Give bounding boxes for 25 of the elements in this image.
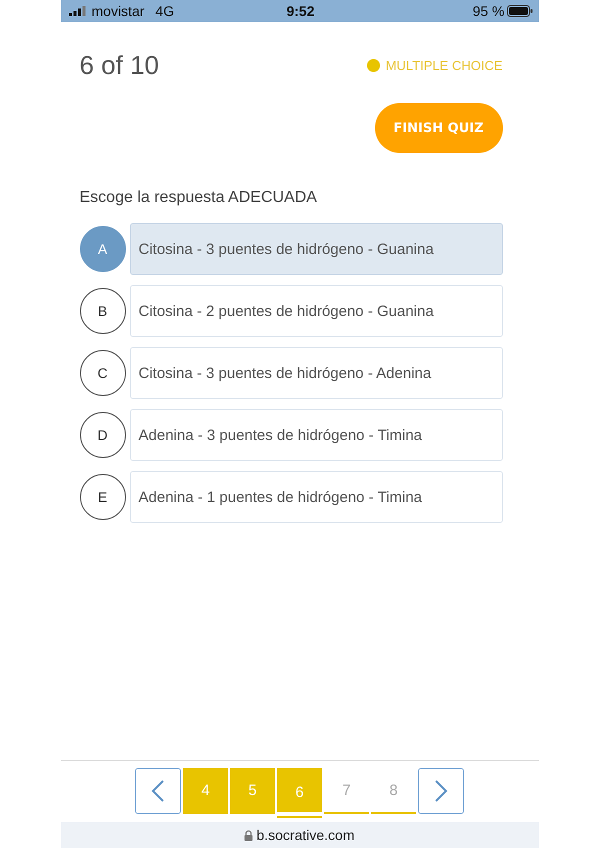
answer-option[interactable]: Adenina - 3 puentes de hidrógeno - Timina [130, 409, 502, 461]
dot-icon [366, 59, 380, 72]
next-button[interactable] [418, 768, 464, 814]
signal-icon [68, 6, 86, 16]
chevron-left-icon [151, 779, 165, 803]
answer-option[interactable]: Citosina - 3 puentes de hidrógeno - Guanina [130, 223, 502, 275]
answer-option[interactable]: Citosina - 2 puentes de hidrógeno - Guanina [130, 285, 502, 337]
answer-letter[interactable]: C [80, 350, 126, 396]
question-type: MULTIPLE CHOICE [386, 58, 502, 73]
question-text: Escoge la respuesta ADECUADA [80, 189, 318, 207]
battery-percent: 95 % [472, 3, 504, 19]
answer-option[interactable]: Adenina - 1 puentes de hidrógeno - Timina [130, 471, 502, 523]
previous-button[interactable] [135, 768, 181, 814]
lock-icon [244, 830, 254, 840]
answer-option[interactable]: Citosina - 3 puentes de hidrógeno - Adenina [130, 347, 502, 399]
answer-letter[interactable]: D [80, 412, 126, 458]
answer-letter[interactable]: B [80, 288, 126, 334]
carrier-name: movistar [92, 3, 144, 19]
clock-time: 9:52 [286, 3, 315, 19]
chevron-right-icon [434, 779, 448, 803]
battery-icon [506, 5, 532, 17]
answer-letter[interactable]: E [80, 474, 126, 520]
address-bar[interactable]: b.socrative.com [60, 822, 538, 848]
network-type: 4G [155, 3, 174, 19]
url-text: b.socrative.com [256, 827, 355, 843]
